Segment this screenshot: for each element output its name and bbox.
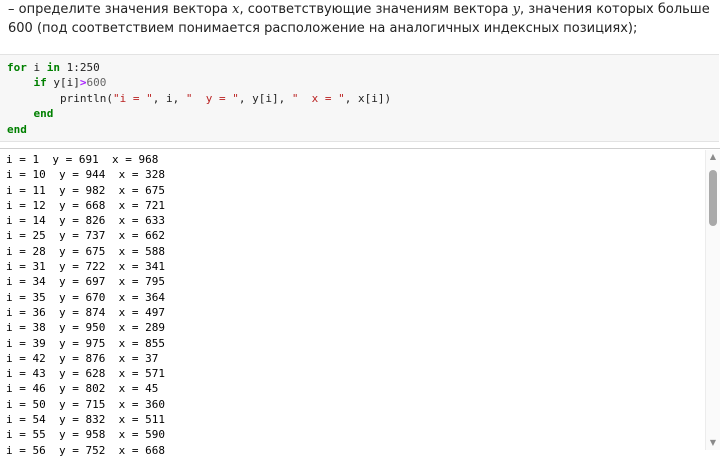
task-text-part2: , соответствующие значениям вектора: [239, 2, 513, 17]
output-row: i = 14 y = 826 x = 633: [6, 214, 165, 228]
scroll-down-icon[interactable]: ▼: [708, 438, 718, 448]
output-row: i = 36 y = 874 x = 497: [6, 305, 165, 319]
output-row: i = 43 y = 628 x = 571: [6, 367, 165, 381]
output-row: i = 1 y = 691 x = 968: [6, 153, 159, 166]
output-row: i = 46 y = 802 x = 45: [6, 382, 159, 396]
output-row: i = 25 y = 737 x = 662: [6, 229, 165, 243]
output-scrollbar[interactable]: ▲ ▼: [705, 150, 720, 450]
code-line-1: for i in 1:250: [7, 61, 100, 74]
output-row: i = 56 y = 752 x = 668: [6, 443, 165, 457]
code-line-5: end: [7, 123, 27, 136]
output-area[interactable]: i = 1 y = 691 x = 968 i = 10 y = 944 x = …: [0, 148, 720, 461]
output-row: i = 42 y = 876 x = 37: [6, 351, 159, 365]
output-rows: i = 1 y = 691 x = 968 i = 10 y = 944 x = …: [6, 152, 165, 458]
output-row: i = 38 y = 950 x = 289: [6, 321, 165, 335]
code-line-2: if y[i]>600: [33, 76, 107, 89]
output-row: i = 34 y = 697 x = 795: [6, 275, 165, 289]
task-text-part1: – определите значения вектора: [8, 2, 233, 17]
code-line-3: println("i = ", i, " y = ", y[i], " x = …: [59, 92, 392, 105]
output-row: i = 39 y = 975 x = 855: [6, 336, 165, 350]
code-cell[interactable]: for i in 1:250 if y[i]>600 println("i = …: [0, 54, 719, 142]
output-row: i = 50 y = 715 x = 360: [6, 397, 165, 411]
vector-y-var: y: [512, 2, 520, 17]
output-row: i = 31 y = 722 x = 341: [6, 260, 165, 274]
code-line-4: end: [33, 107, 54, 120]
output-row: i = 35 y = 670 x = 364: [6, 290, 165, 304]
output-row: i = 11 y = 982 x = 675: [6, 183, 165, 197]
output-row: i = 55 y = 958 x = 590: [6, 428, 165, 442]
task-description: – определите значения вектора x, соответ…: [8, 0, 714, 38]
output-row: i = 10 y = 944 x = 328: [6, 168, 165, 182]
scroll-up-icon[interactable]: ▲: [708, 152, 718, 162]
output-row: i = 12 y = 668 x = 721: [6, 198, 165, 212]
output-row: i = 28 y = 675 x = 588: [6, 244, 165, 258]
output-row: i = 54 y = 832 x = 511: [6, 413, 165, 427]
scrollbar-thumb[interactable]: [709, 170, 717, 226]
